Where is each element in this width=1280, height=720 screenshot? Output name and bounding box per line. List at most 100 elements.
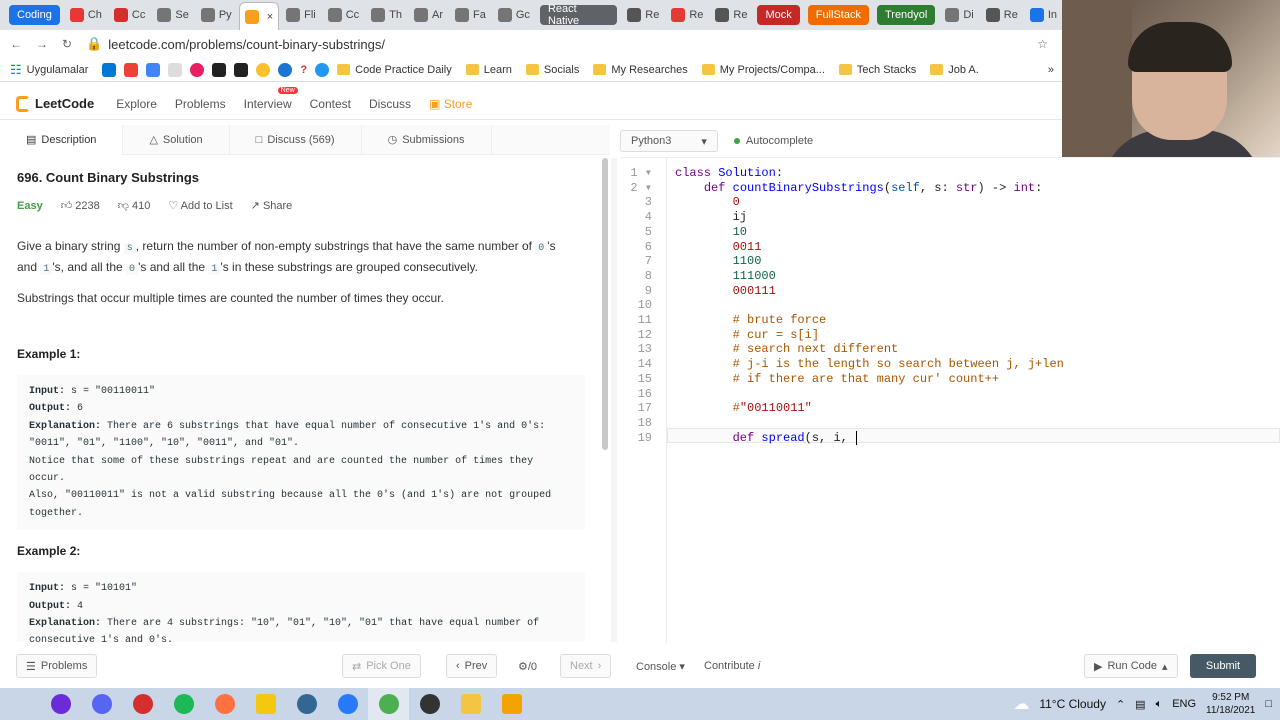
app-icon [501, 694, 522, 714]
taskbar-app-icon[interactable] [409, 688, 450, 720]
brain-icon[interactable] [190, 62, 205, 77]
submit-button[interactable]: Submit [1190, 654, 1256, 678]
browser-tab[interactable]: Th [366, 3, 407, 27]
taskbar-app-icon[interactable] [491, 688, 532, 720]
browser-tab-active[interactable]: × [238, 2, 280, 30]
contribute-button[interactable]: Contribute i [704, 660, 760, 672]
browser-tab[interactable]: Re [622, 3, 664, 27]
dislike-button[interactable]: 👎︎ 410 [118, 199, 151, 212]
nav-discuss[interactable]: Discuss [369, 97, 411, 111]
description-scrollbar[interactable] [602, 158, 608, 450]
browser-tab[interactable]: Py [196, 3, 237, 27]
browser-tab[interactable]: Re [981, 3, 1023, 27]
add-to-list-button[interactable]: ♡ Add to List [168, 199, 232, 212]
browser-tab[interactable]: Re [666, 3, 708, 27]
star-icon[interactable]: ☆ [1037, 37, 1048, 51]
help-icon[interactable]: ? [300, 64, 307, 76]
tab-group-label[interactable]: Mock [757, 5, 800, 25]
next-button[interactable]: Next › [560, 654, 612, 678]
notification-icon[interactable]: □ [1265, 698, 1272, 710]
browser-tab[interactable]: Re [710, 3, 752, 27]
tab-submissions[interactable]: ◷ Submissions [362, 124, 492, 155]
calendar-icon[interactable] [146, 62, 161, 77]
language-select[interactable]: Python3 ▾ [620, 130, 718, 152]
reload-icon[interactable]: ↻ [62, 37, 72, 51]
taskbar-app-icon[interactable] [81, 688, 122, 720]
nav-contest[interactable]: Contest [310, 97, 351, 111]
bookmark-folder[interactable]: Job A. [930, 64, 979, 76]
browser-tab[interactable]: Cc [109, 3, 150, 27]
bookmark-folder[interactable]: My Researches [593, 64, 688, 76]
list-icon: ☰ [26, 660, 36, 673]
taskbar-app-icon[interactable] [245, 688, 286, 720]
bookmark-apps[interactable]: ☷ Uygulamalar [10, 62, 88, 78]
taskbar-app-icon[interactable] [40, 688, 81, 720]
problems-button[interactable]: ☰ Problems [16, 654, 98, 678]
bookmarks-more[interactable]: » [1048, 64, 1054, 76]
nav-problems[interactable]: Problems [175, 97, 226, 111]
taskbar-app-icon[interactable] [122, 688, 163, 720]
tab-group-label[interactable]: React Native [539, 3, 618, 27]
doc-icon[interactable] [168, 62, 183, 77]
nav-store[interactable]: ▣ Store [429, 97, 472, 111]
taskbar-app-icon[interactable] [286, 688, 327, 720]
browser-tab[interactable]: Ch [65, 3, 107, 27]
console-button[interactable]: Console ▾ [636, 660, 685, 673]
browser-tab[interactable]: In [1025, 3, 1062, 27]
bookmark-folder[interactable]: My Projects/Compa... [701, 64, 825, 76]
browser-tab[interactable]: Di [940, 3, 978, 27]
tab-group-label[interactable]: Coding [9, 5, 60, 25]
bookmark-folder[interactable]: Socials [525, 64, 579, 76]
volume-icon[interactable]: 🔈︎ [1156, 698, 1163, 711]
browser-tab[interactable]: Cc [323, 3, 364, 27]
bookmark-folder[interactable]: Learn [465, 64, 512, 76]
circle-icon[interactable] [278, 62, 293, 77]
chevron-up-icon[interactable]: ⌃ [1116, 698, 1125, 711]
browser-tab[interactable]: Se [152, 3, 193, 27]
clock[interactable]: 9:52 PM 11/18/2021 [1206, 691, 1255, 717]
network-icon[interactable]: ▤ [1135, 698, 1145, 711]
run-code-button[interactable]: ▶ Run Code ▴ [1084, 654, 1178, 678]
taskbar-app-icon[interactable] [450, 688, 491, 720]
code-editor[interactable]: 1 ▾ 2 ▾ 3 4 5 6 7 8 9 10 11 12 13 14 15 16… [620, 157, 1280, 643]
favicon-icon [715, 8, 730, 22]
notion-icon-2[interactable] [234, 62, 249, 77]
autocomplete-toggle[interactable]: Autocomplete [733, 135, 813, 147]
bookmark-folder[interactable]: Code Practice Daily [337, 64, 452, 76]
taskbar-app-icon[interactable] [204, 688, 245, 720]
bulb-icon[interactable] [256, 62, 271, 77]
nav-explore[interactable]: Explore [116, 97, 157, 111]
weather-text[interactable]: 11°C Cloudy [1039, 697, 1106, 711]
apps-grid-icon: ☷ [10, 61, 22, 77]
close-tab-icon[interactable]: × [267, 11, 273, 23]
pick-one-button[interactable]: ⇄ Pick One [342, 654, 421, 678]
browser-tab[interactable]: Ar [409, 3, 448, 27]
forward-icon[interactable]: → [36, 37, 48, 51]
tab-group-label[interactable]: FullStack [807, 5, 869, 25]
panel-splitter[interactable] [611, 158, 617, 642]
leetcode-logo[interactable]: LeetCode [16, 95, 94, 112]
outlook-icon[interactable] [102, 62, 117, 77]
like-button[interactable]: 👍︎ 2238 [61, 199, 100, 212]
tab-group-label[interactable]: Trendyol [876, 5, 936, 25]
back-icon[interactable]: ← [10, 37, 22, 51]
taskbar-app-icon[interactable] [327, 688, 368, 720]
tab-solution[interactable]: △ Solution [123, 124, 230, 155]
tab-label: Ch [87, 9, 102, 21]
tab-discuss[interactable]: □ Discuss (569) [230, 124, 362, 155]
browser-tab[interactable]: Fli [281, 3, 321, 27]
telegram-icon[interactable] [315, 62, 330, 77]
language-indicator[interactable]: ENG [1172, 698, 1196, 710]
tab-description[interactable]: ▤ Description [0, 124, 124, 155]
gmail-icon[interactable] [124, 62, 139, 77]
taskbar-app-icon[interactable] [163, 688, 204, 720]
share-button[interactable]: ↗ Share [251, 199, 293, 212]
browser-tab[interactable]: Fa [450, 3, 491, 27]
bookmark-folder[interactable]: Tech Stacks [838, 64, 916, 76]
notion-icon[interactable] [212, 62, 227, 77]
url-field[interactable]: 🔒 leetcode.com/problems/count-binary-subs… [86, 36, 385, 52]
taskbar-app-icon[interactable] [368, 688, 409, 720]
prev-button[interactable]: ‹ Prev [446, 654, 498, 678]
browser-tab[interactable]: Gc [493, 3, 535, 27]
nav-interview[interactable]: Interview New [244, 86, 298, 111]
